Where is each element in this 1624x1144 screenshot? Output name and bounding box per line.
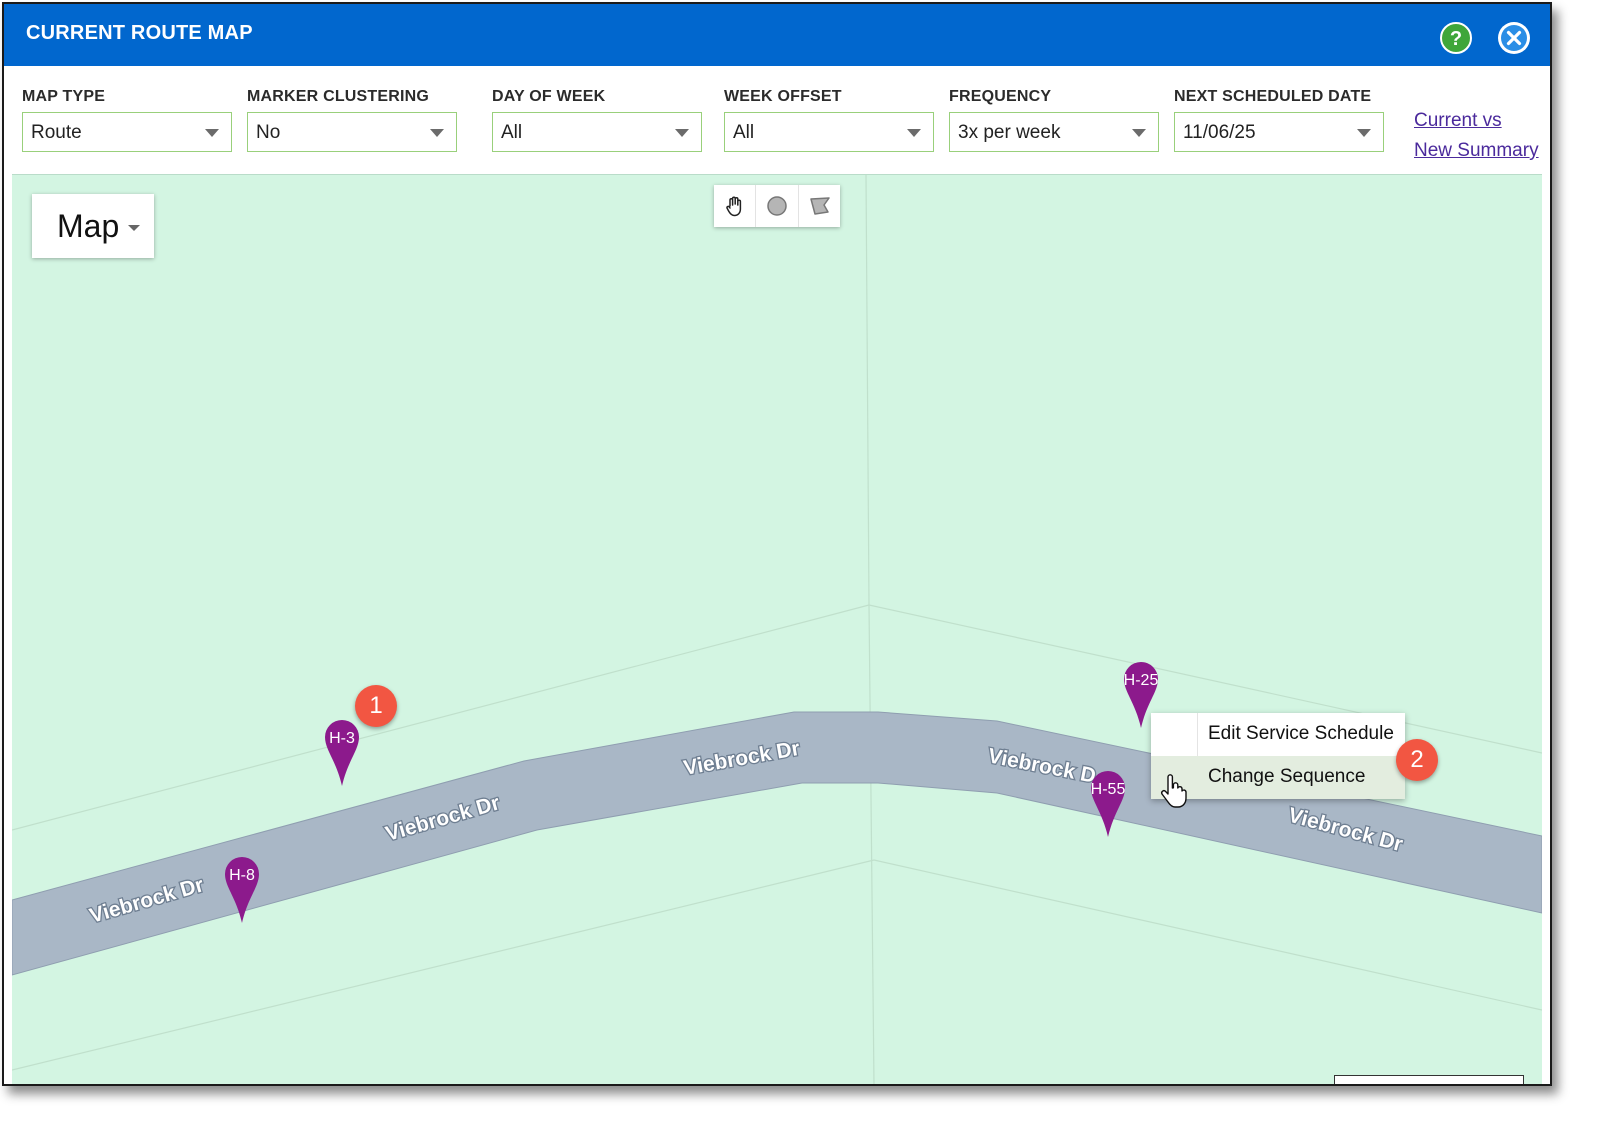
chevron-down-icon	[205, 129, 219, 137]
route-map-window: CURRENT ROUTE MAP ? MAP TYPE Route MARKE…	[2, 2, 1552, 1086]
select-value: Route	[31, 122, 82, 143]
select-value: 3x per week	[958, 122, 1061, 143]
link-line-1: Current vs	[1414, 110, 1502, 131]
map-type-select[interactable]: Route	[22, 112, 232, 152]
menu-item-edit-service-schedule[interactable]: Edit Service Schedule	[1151, 713, 1405, 756]
step-callout-badge: 2	[1396, 739, 1438, 781]
filter-bar: MAP TYPE Route MARKER CLUSTERING No DAY …	[4, 66, 1550, 172]
drawing-toolbar	[714, 185, 840, 227]
current-vs-new-summary-link[interactable]: Current vs New Summary	[1414, 106, 1549, 166]
step-callout-badge: 1	[355, 685, 397, 727]
chevron-down-icon	[675, 129, 689, 137]
select-value: 11/06/25	[1183, 122, 1256, 143]
select-value: All	[733, 122, 755, 143]
map-type-label: Map	[57, 208, 120, 244]
menu-item-change-sequence[interactable]: Change Sequence	[1151, 756, 1405, 799]
filter-label: DAY OF WEEK	[492, 88, 606, 105]
filter-label: MAP TYPE	[22, 88, 106, 105]
marker-clustering-select[interactable]: No	[247, 112, 457, 152]
frequency-select[interactable]: 3x per week	[949, 112, 1159, 152]
select-value: All	[501, 122, 523, 143]
marker-clustering-filter: MARKER CLUSTERING No	[247, 88, 457, 152]
map-canvas[interactable]: Viebrock Dr Viebrock Dr Viebrock Dr Vieb…	[12, 174, 1542, 1084]
hand-icon	[726, 196, 742, 217]
help-icon: ?	[1449, 28, 1463, 50]
location-marker[interactable]: H-55	[1091, 771, 1125, 837]
filter-label: WEEK OFFSET	[724, 88, 842, 105]
marker-label: H-3	[329, 730, 355, 747]
map-type-filter: MAP TYPE Route	[22, 88, 232, 152]
marker-context-menu: Edit Service Schedule Change Sequence	[1151, 713, 1405, 799]
filter-label: MARKER CLUSTERING	[247, 88, 430, 105]
title-bar: CURRENT ROUTE MAP ?	[4, 4, 1550, 66]
tile-grid-lines	[12, 175, 1542, 1084]
menu-item-label: Edit Service Schedule	[1208, 723, 1394, 744]
week-offset-select[interactable]: All	[724, 112, 934, 152]
pan-tool-button[interactable]	[714, 185, 755, 227]
chevron-down-icon	[430, 129, 444, 137]
location-marker[interactable]: H-8	[225, 857, 259, 923]
close-button[interactable]	[1498, 22, 1530, 54]
select-value: No	[256, 122, 281, 143]
chevron-down-icon	[128, 225, 140, 231]
circle-icon	[767, 196, 788, 216]
filter-label: NEXT SCHEDULED DATE	[1174, 88, 1372, 105]
map-base-layer: Viebrock Dr Viebrock Dr Viebrock Dr Vieb…	[12, 175, 1542, 1084]
map-scale-control	[1334, 1075, 1524, 1084]
link-line-2: New Summary	[1414, 140, 1539, 161]
chevron-down-icon	[1132, 129, 1146, 137]
polygon-icon	[809, 197, 830, 215]
location-marker[interactable]: H-3	[325, 720, 359, 786]
frequency-filter: FREQUENCY 3x per week	[949, 88, 1159, 152]
marker-label: H-55	[1090, 781, 1126, 798]
close-icon	[1501, 25, 1527, 51]
marker-label: H-8	[229, 867, 255, 884]
window-title: CURRENT ROUTE MAP	[26, 22, 253, 44]
next-scheduled-date-select[interactable]: 11/06/25	[1174, 112, 1384, 152]
filter-label: FREQUENCY	[949, 88, 1052, 105]
day-of-week-filter: DAY OF WEEK All	[492, 88, 702, 152]
hand-pointer-cursor-icon	[1161, 774, 1187, 808]
circle-tool-button[interactable]	[755, 185, 797, 227]
chevron-down-icon	[907, 129, 921, 137]
day-of-week-select[interactable]: All	[492, 112, 702, 152]
menu-item-label: Change Sequence	[1208, 766, 1366, 787]
chevron-down-icon	[1357, 129, 1371, 137]
polygon-tool-button[interactable]	[797, 185, 840, 227]
marker-label: H-25	[1123, 672, 1159, 689]
help-button[interactable]: ?	[1440, 22, 1472, 54]
week-offset-filter: WEEK OFFSET All	[724, 88, 934, 152]
next-scheduled-date-filter: NEXT SCHEDULED DATE 11/06/25	[1174, 88, 1384, 152]
map-type-dropdown[interactable]: Map	[32, 194, 154, 258]
